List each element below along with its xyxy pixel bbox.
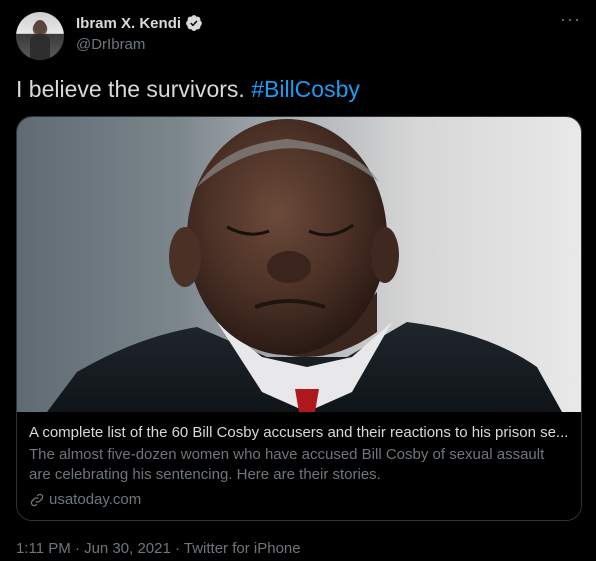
tweet-timestamp[interactable]: 1:11 PM · Jun 30, 2021 · Twitter for iPh… [16,540,301,557]
card-photo [47,119,562,412]
link-icon [29,492,45,508]
card-body[interactable]: A complete list of the 60 Bill Cosby acc… [17,412,581,520]
card-domain[interactable]: usatoday.com [29,491,571,508]
name-row: Ibram X. Kendi [76,14,203,32]
author-block: Ibram X. Kendi @DrIbram [76,14,203,53]
more-icon[interactable]: ··· [560,10,580,32]
avatar[interactable] [16,12,64,60]
display-name[interactable]: Ibram X. Kendi [76,15,181,32]
card-domain-text: usatoday.com [49,491,142,508]
card-image[interactable] [17,117,581,412]
tweet-text: I believe the survivors. #BillCosby [16,76,360,103]
tweet-body: I believe the survivors. [16,76,252,102]
verified-badge-icon [185,14,203,32]
card-title[interactable]: A complete list of the 60 Bill Cosby acc… [29,424,569,441]
tweet-header: Ibram X. Kendi @DrIbram ··· [16,10,580,60]
hashtag-link[interactable]: #BillCosby [251,76,360,102]
card-description: The almost five-dozen women who have acc… [29,446,545,483]
link-card[interactable]: A complete list of the 60 Bill Cosby acc… [16,116,582,521]
handle[interactable]: @DrIbram [76,36,203,53]
